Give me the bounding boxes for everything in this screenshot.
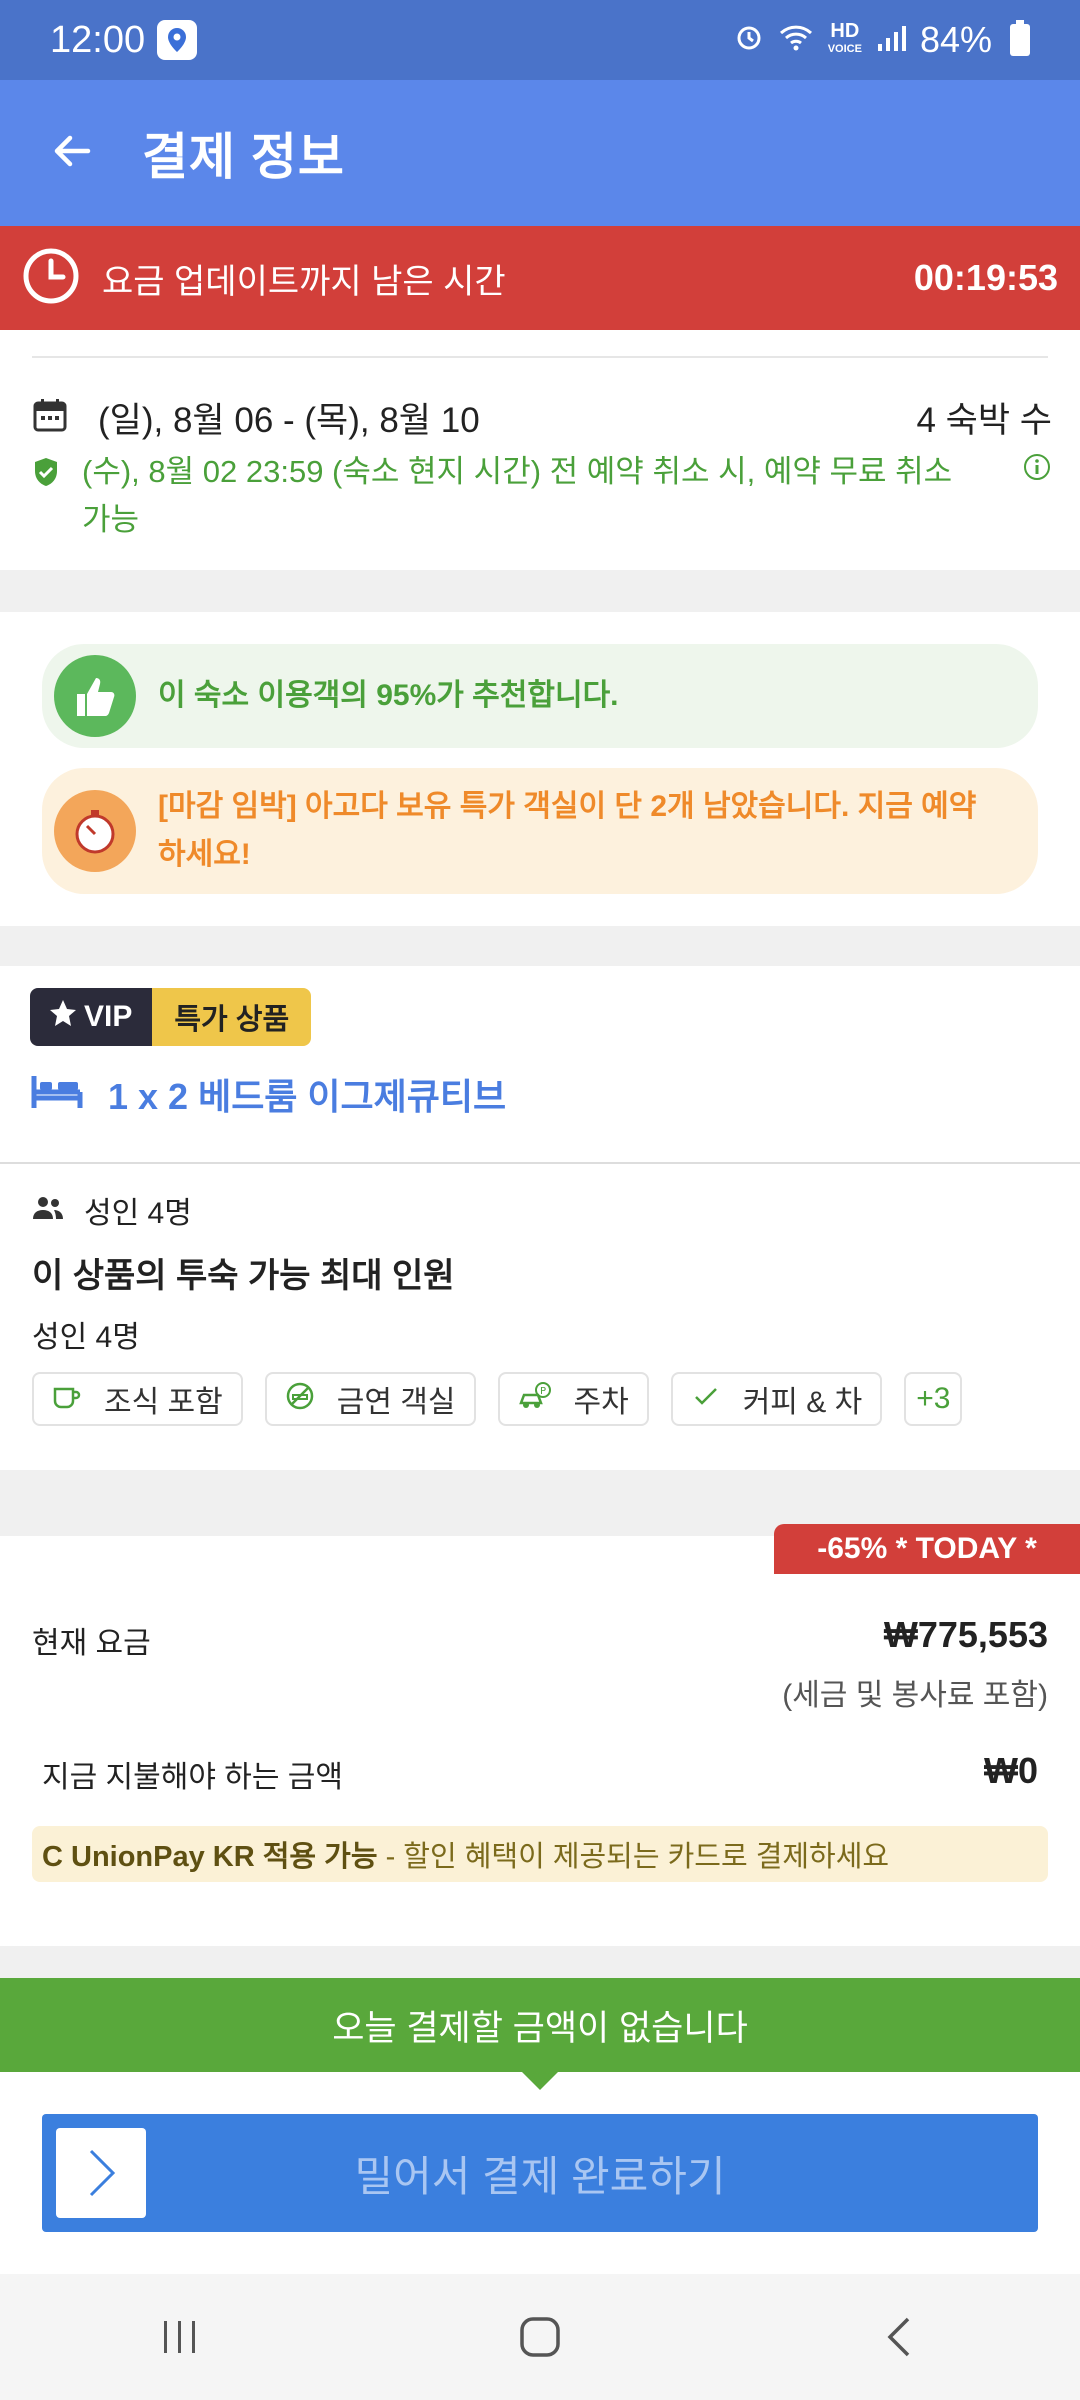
amenity-tag-coffee-tea: 커피 & 차 — [670, 1372, 883, 1426]
pay-now-label: 지금 지불해야 하는 금액 — [42, 1761, 344, 1794]
amenity-label: 주차 — [573, 1386, 629, 1419]
current-price-value: ₩775,553 — [883, 1614, 1048, 1655]
hd-voice-indicator: HD VOICE — [827, 20, 862, 55]
shield-check-icon — [32, 456, 60, 544]
vip-label: VIP — [84, 1000, 133, 1033]
star-icon — [48, 998, 78, 1036]
app-bar: 결제 정보 — [0, 80, 1080, 226]
tax-note: (세금 및 봉사료 포함) — [782, 1679, 1048, 1712]
room-name: 1 x 2 베드룸 이그제큐티브 — [108, 1076, 507, 1117]
more-amenities-button[interactable]: +3 — [904, 1372, 963, 1426]
status-time: 12:00 — [50, 18, 146, 61]
recommend-text: 이 숙소 이용객의 95%가 추천합니다. — [158, 679, 619, 712]
svg-text:P: P — [540, 1386, 546, 1397]
guest-count-row: 성인 4명 — [32, 1188, 192, 1232]
free-cancellation-row: (수), 8월 02 23:59 (숙소 현지 시간) 전 예약 취소 시, 예… — [32, 448, 1052, 544]
notice-pointer — [520, 2070, 560, 2090]
max-occupancy-title: 이 상품의 투숙 가능 최대 인원 — [32, 1257, 455, 1295]
section-gap — [0, 926, 1080, 966]
map-pin-icon — [157, 20, 198, 60]
recent-apps-icon[interactable] — [120, 2315, 240, 2359]
amenity-tag-parking: P 주차 — [497, 1372, 649, 1426]
battery-icon — [1010, 20, 1030, 56]
promo-card-name: C UnionPay KR 적용 가능 — [42, 1841, 378, 1873]
amenity-label: 커피 & 차 — [742, 1386, 863, 1419]
info-icon[interactable] — [1022, 452, 1052, 544]
signal-icon — [876, 19, 906, 61]
people-icon — [32, 1195, 64, 1226]
vip-deal-badge: VIP 특가 상품 — [30, 988, 312, 1046]
timer-label: 요금 업데이트까지 남은 시간 — [102, 262, 506, 301]
promo-description: - 할인 혜택이 제공되는 카드로 결제하세요 — [377, 1841, 890, 1873]
check-icon — [691, 1381, 721, 1418]
alarm-icon — [734, 19, 764, 61]
urgency-banner: [마감 임박] 아고다 보유 특가 객실이 단 2개 남았습니다. 지금 예약하… — [42, 768, 1038, 894]
recommend-banner: 이 숙소 이용객의 95%가 추천합니다. — [42, 644, 1038, 748]
parking-car-icon: P — [518, 1381, 552, 1418]
stay-dates: (일), 8월 06 - (목), 8월 10 — [98, 401, 480, 440]
urgency-text: [마감 임박] 아고다 보유 특가 객실이 단 2개 남았습니다. 지금 예약하… — [158, 790, 977, 871]
amenity-label: 조식 포함 — [104, 1386, 223, 1419]
night-count: 4 숙박 수 — [916, 401, 1052, 440]
guest-count: 성인 4명 — [84, 1197, 192, 1230]
wifi-icon — [778, 19, 814, 61]
status-bar: 12:00 HD VOICE 84% — [0, 0, 1080, 80]
system-nav-bar — [0, 2274, 1080, 2400]
slide-handle[interactable] — [56, 2128, 146, 2218]
amenity-tag-non-smoking: 금연 객실 — [264, 1372, 476, 1426]
current-price-label: 현재 요금 — [32, 1627, 151, 1660]
price-timer-banner: 요금 업데이트까지 남은 시간 00:19:53 — [0, 226, 1080, 330]
amenity-tag-breakfast: 조식 포함 — [32, 1372, 243, 1426]
max-occupancy-value: 성인 4명 — [32, 1321, 140, 1354]
battery-percent: 84% — [919, 19, 992, 60]
chevron-right-icon — [89, 2149, 116, 2197]
room-name-row[interactable]: 1 x 2 베드룸 이그제큐티브 — [30, 1068, 506, 1120]
section-gap — [0, 1946, 1080, 1978]
amenity-tags: 조식 포함 금연 객실 P 주차 커피 & 차 +3 — [32, 1372, 963, 1426]
stay-dates-row: (일), 8월 06 - (목), 8월 10 4 숙박 수 — [32, 392, 1052, 443]
price-section — [0, 1536, 1080, 1946]
no-smoking-icon — [285, 1381, 315, 1418]
card-promo-banner[interactable]: C UnionPay KR 적용 가능 - 할인 혜택이 제공되는 카드로 결제… — [32, 1826, 1048, 1882]
clock-icon — [22, 247, 80, 310]
vip-badge: VIP — [30, 988, 153, 1046]
pay-now-value: ₩0 — [984, 1750, 1038, 1791]
calendar-icon — [32, 397, 68, 438]
back-icon[interactable] — [840, 2315, 960, 2359]
section-gap — [0, 570, 1080, 612]
slide-to-pay-button[interactable]: 밀어서 결제 완료하기 — [42, 2114, 1038, 2232]
amenity-label: 금연 객실 — [336, 1386, 456, 1419]
discount-badge: -65% * TODAY * — [774, 1524, 1080, 1574]
deal-label: 특가 상품 — [152, 988, 312, 1046]
stopwatch-icon — [54, 790, 136, 872]
bed-icon — [30, 1072, 84, 1117]
slide-to-pay-label: 밀어서 결제 완료하기 — [354, 2152, 726, 2200]
cancellation-policy: (수), 8월 02 23:59 (숙소 현지 시간) 전 예약 취소 시, 예… — [82, 454, 953, 537]
back-arrow-icon[interactable] — [50, 129, 94, 178]
thumbs-up-icon — [54, 655, 136, 737]
page-title: 결제 정보 — [142, 129, 345, 185]
timer-value: 00:19:53 — [913, 257, 1058, 298]
home-icon[interactable] — [480, 2315, 600, 2359]
divider — [32, 356, 1048, 358]
no-payment-notice: 오늘 결제할 금액이 없습니다 — [0, 1978, 1080, 2072]
coffee-cup-icon — [52, 1381, 82, 1418]
